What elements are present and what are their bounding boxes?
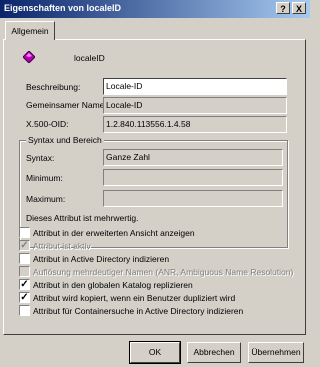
help-button[interactable]: ? [276,2,290,14]
window-title: Eigenschaften von localeID [4,3,122,13]
title-bar[interactable]: Eigenschaften von localeID ? X [0,0,310,18]
checkbox-label-attribute-active: Attribut ist aktiv [33,241,91,251]
multivalue-note: Dieses Attribut ist mehrwertig. [26,213,139,223]
attribute-icon [23,51,35,63]
tab-allgemein[interactable]: Allgemein [5,21,55,40]
checkbox-label-show-advanced: Attribut in der erweiterten Ansicht anze… [33,228,195,238]
checkbox-anr [19,266,30,277]
tab-label: Allgemein [11,26,49,36]
maximum-field [103,190,283,207]
apply-button[interactable]: Übernehmen [248,342,304,363]
oid-field: 1.2.840.113556.1.4.58 [103,116,287,133]
checkbox-label-index-ad: Attribut in Active Directory indizieren [33,254,170,264]
cancel-button[interactable]: Abbrechen [187,342,241,363]
checkbox-label-anr: Auflösung mehrdeutiger Namen (ANR, Ambig… [33,267,294,277]
checkbox-label-copy-on-duplicate: Attribut wird kopiert, wenn ein Benutzer… [33,293,236,303]
maximum-label: Maximum: [26,194,66,204]
checkbox-show-advanced[interactable] [19,227,30,238]
common-name-field: Locale-ID [103,97,287,114]
checkbox-label-container-search: Attribut für Containersuche in Active Di… [33,306,244,316]
syntax-group-title: Syntax und Bereich [26,135,104,145]
attribute-name: localeID [74,53,105,63]
oid-label: X.500-OID: [26,119,69,129]
description-input[interactable]: Locale-ID [103,78,287,95]
checkbox-container-search[interactable] [19,305,30,316]
description-label: Beschreibung: [26,82,81,92]
checkbox-replicate-gc[interactable]: ✓ [19,279,30,290]
checkbox-attribute-active: ✓ [19,240,30,251]
close-button[interactable]: X [292,2,306,14]
syntax-field: Ganze Zahl [103,149,283,166]
ok-button[interactable]: OK [129,341,181,364]
common-name-label: Gemeinsamer Name: [26,100,107,110]
checkbox-copy-on-duplicate[interactable]: ✓ [19,292,30,303]
checkbox-label-replicate-gc: Attribut in den globalen Katalog replizi… [33,280,193,290]
minimum-label: Minimum: [26,173,63,183]
syntax-label: Syntax: [26,153,55,163]
minimum-field [103,169,283,186]
checkbox-index-ad[interactable] [19,253,30,264]
